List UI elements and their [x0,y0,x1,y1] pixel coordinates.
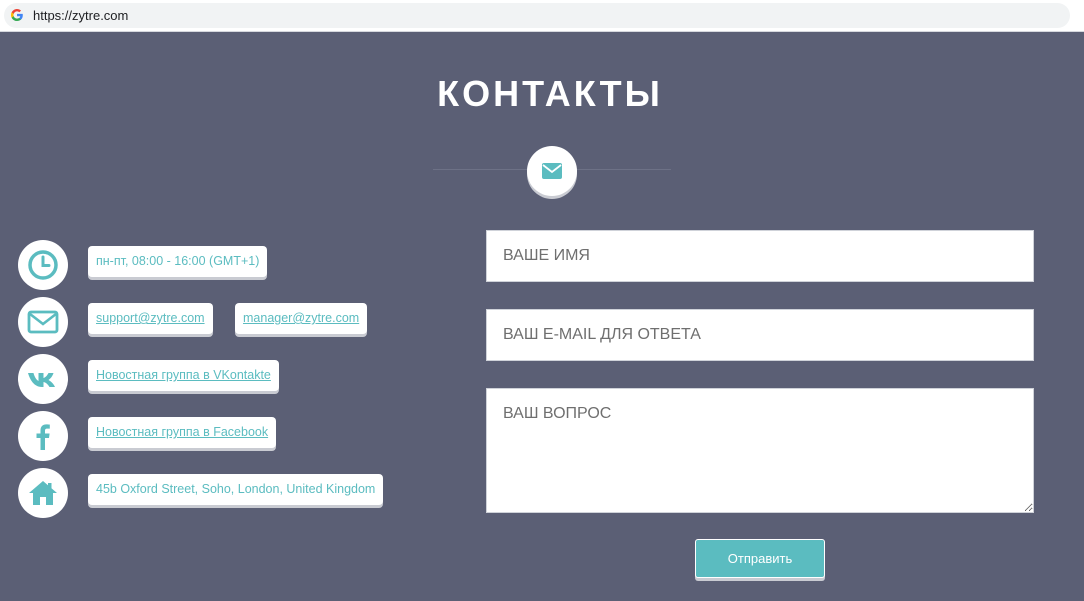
vk-icon [28,373,55,387]
home-icon-circle [18,468,68,518]
support-email-link[interactable]: support@zytre.com [88,303,213,334]
vk-group-link[interactable]: Новостная группа в VKontakte [88,360,279,391]
address-chip: 45b Oxford Street, Soho, London, United … [88,474,384,505]
browser-address-bar: https://zytre.com [0,0,1084,32]
facebook-icon-circle[interactable] [18,411,68,461]
mail-badge [527,146,577,196]
url-field[interactable] [4,3,1070,28]
submit-button[interactable]: Отправить [695,539,825,578]
envelope-icon [542,163,562,179]
clock-icon [28,250,58,280]
envelope-icon [27,310,59,334]
hours-chip: пн-пт, 08:00 - 16:00 (GMT+1) [88,246,268,277]
clock-icon-circle [18,240,68,290]
facebook-group-link[interactable]: Новостная группа в Facebook [88,417,277,448]
name-input[interactable] [486,230,1034,282]
home-icon [29,481,57,505]
email-input[interactable] [486,309,1034,361]
vk-icon-circle[interactable] [18,354,68,404]
envelope-icon-circle [18,297,68,347]
page-title: КОНТАКТЫ [437,73,663,114]
manager-email-link[interactable]: manager@zytre.com [235,303,368,334]
facebook-icon [36,424,50,450]
url-text: https://zytre.com [33,8,129,23]
google-icon [10,8,24,22]
question-textarea[interactable] [486,388,1034,513]
